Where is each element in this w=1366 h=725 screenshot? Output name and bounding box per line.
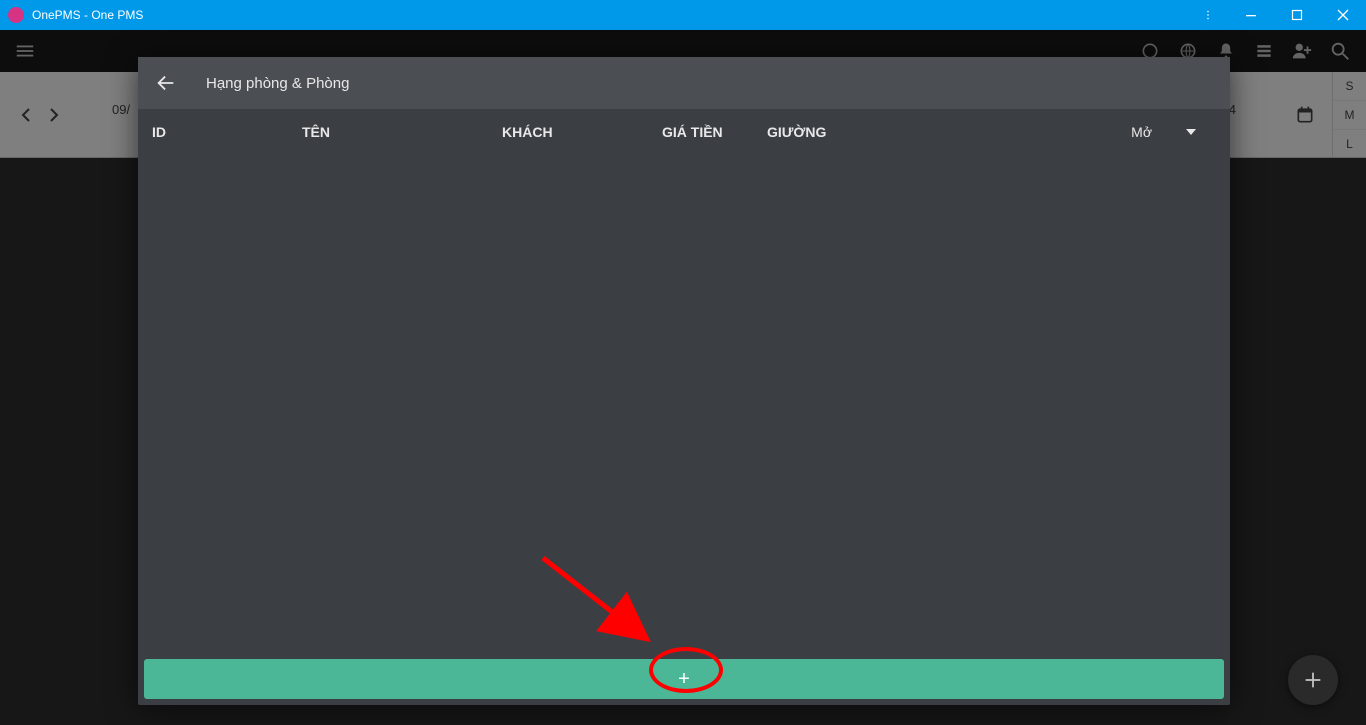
status-filter-dropdown[interactable]: Mở	[1131, 124, 1216, 140]
window-controls	[1188, 0, 1366, 30]
app-title: OnePMS - One PMS	[32, 8, 143, 22]
modal-title: Hạng phòng & Phòng	[206, 75, 349, 92]
minimize-button[interactable]	[1228, 0, 1274, 30]
column-guests: KHÁCH	[502, 124, 662, 140]
plus-icon	[1302, 669, 1324, 691]
close-button[interactable]	[1320, 0, 1366, 30]
maximize-button[interactable]	[1274, 0, 1320, 30]
add-roomtype-button[interactable]: +	[144, 659, 1224, 699]
column-name: TÊN	[302, 124, 502, 140]
fab-add-button[interactable]	[1288, 655, 1338, 705]
titlebar: OnePMS - One PMS	[0, 0, 1366, 30]
plus-icon: +	[678, 668, 690, 691]
column-id: ID	[152, 124, 302, 140]
column-price: GIÁ TIỀN	[662, 124, 767, 140]
status-filter-selected: Mở	[1131, 124, 1152, 140]
modal-header: Hạng phòng & Phòng	[138, 57, 1230, 109]
modal-back-button[interactable]	[154, 71, 178, 95]
chevron-down-icon	[1186, 129, 1196, 135]
modal-body	[138, 155, 1230, 653]
table-header: ID TÊN KHÁCH GIÁ TIỀN GIƯỜNG Mở	[138, 109, 1230, 155]
modal-footer: +	[138, 653, 1230, 705]
column-bed: GIƯỜNG	[767, 124, 947, 140]
roomtype-modal: Hạng phòng & Phòng ID TÊN KHÁCH GIÁ TIỀN…	[138, 57, 1230, 705]
app-icon	[8, 7, 24, 23]
titlebar-more-button[interactable]	[1188, 0, 1228, 30]
